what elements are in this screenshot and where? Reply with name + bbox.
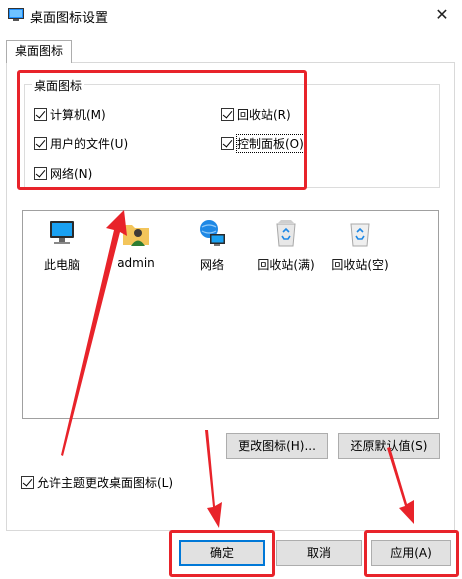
checkbox-control-panel[interactable]: 控制面板(O) bbox=[221, 133, 305, 153]
cancel-button[interactable]: 取消 bbox=[276, 540, 362, 566]
window-title: 桌面图标设置 bbox=[30, 11, 109, 26]
checkbox-label: 计算机(M) bbox=[50, 107, 106, 122]
checkbox-label: 网络(N) bbox=[50, 166, 93, 181]
checkbox-checked-icon bbox=[21, 475, 34, 489]
icon-label: admin bbox=[117, 256, 155, 270]
checkbox-label: 用户的文件(U) bbox=[50, 136, 129, 151]
change-icon-button[interactable]: 更改图标(H)... bbox=[226, 433, 328, 459]
checkbox-checked-icon bbox=[221, 107, 234, 121]
ok-button[interactable]: 确定 bbox=[179, 540, 265, 566]
checkbox-label: 控制面板(O) bbox=[236, 133, 305, 153]
checkbox-label: 回收站(R) bbox=[237, 107, 291, 122]
recycle-bin-full-icon bbox=[276, 220, 296, 247]
apply-button[interactable]: 应用(A) bbox=[371, 540, 451, 566]
title-bar: 桌面图标设置 ✕ bbox=[0, 0, 462, 30]
checkbox-user-files[interactable]: 用户的文件(U) bbox=[34, 135, 128, 151]
checkbox-checked-icon bbox=[34, 166, 47, 180]
desktop-settings-icon bbox=[8, 8, 24, 21]
checkbox-network[interactable]: 网络(N) bbox=[34, 165, 92, 181]
checkbox-allow-themes[interactable]: 允许主题更改桌面图标(L) bbox=[21, 474, 173, 490]
icon-label: 回收站(空) bbox=[331, 258, 389, 272]
icon-label: 网络 bbox=[199, 258, 224, 272]
icon-label: 回收站(满) bbox=[257, 258, 315, 272]
list-item[interactable]: 网络 bbox=[175, 217, 249, 273]
list-item[interactable]: 回收站(满) bbox=[249, 217, 323, 273]
checkbox-label: 允许主题更改桌面图标(L) bbox=[37, 475, 174, 490]
checkbox-checked-icon bbox=[34, 136, 47, 150]
network-icon bbox=[200, 220, 225, 246]
computer-icon bbox=[50, 221, 74, 244]
checkbox-recycle-bin[interactable]: 回收站(R) bbox=[221, 106, 291, 122]
user-folder-icon bbox=[123, 225, 149, 246]
icon-list[interactable]: 此电脑 admin 网络 回收站(满) 回收站(空) bbox=[22, 210, 439, 419]
list-item[interactable]: 回收站(空) bbox=[323, 217, 397, 273]
checkbox-computer[interactable]: 计算机(M) bbox=[34, 106, 106, 122]
checkbox-checked-icon bbox=[34, 107, 47, 121]
list-item[interactable]: admin bbox=[99, 217, 173, 270]
recycle-bin-empty-icon bbox=[350, 223, 370, 247]
restore-default-button[interactable]: 还原默认值(S) bbox=[338, 433, 440, 459]
list-item[interactable]: 此电脑 bbox=[25, 217, 99, 273]
checkbox-checked-icon bbox=[221, 136, 234, 150]
icon-label: 此电脑 bbox=[43, 258, 80, 272]
tab-desktop-icons[interactable]: 桌面图标 bbox=[6, 40, 72, 63]
close-button[interactable]: ✕ bbox=[430, 4, 454, 26]
group-legend: 桌面图标 bbox=[32, 77, 85, 94]
